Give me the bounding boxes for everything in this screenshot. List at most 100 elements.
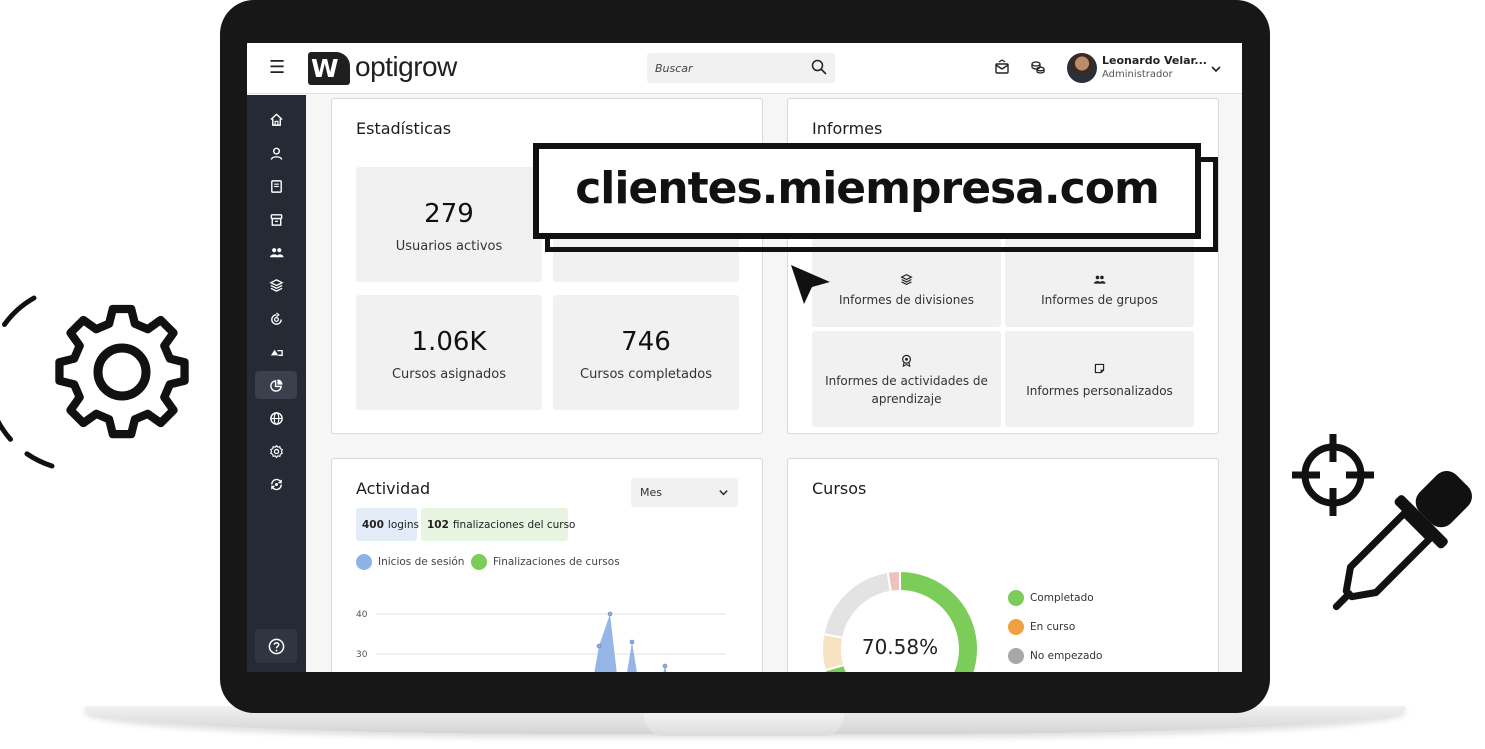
globe-icon xyxy=(269,411,283,425)
layers-icon xyxy=(268,278,284,292)
period-value: Mes xyxy=(640,486,662,499)
chevron-down-icon xyxy=(1211,66,1221,73)
help-button[interactable] xyxy=(255,629,297,663)
legend-item[interactable]: No empezado xyxy=(1008,648,1158,666)
sidebar-item-catalog[interactable] xyxy=(255,205,297,233)
stat-value: 279 xyxy=(424,199,474,229)
sidebar-item-courses[interactable] xyxy=(255,172,297,200)
bell-icon xyxy=(270,349,283,356)
sidebar-item-integrations[interactable] xyxy=(255,470,297,498)
stat-completed-courses[interactable]: 746 Cursos completados xyxy=(553,295,739,410)
users-icon xyxy=(269,247,284,257)
chevron-down-icon xyxy=(719,490,728,496)
report-label: Informes de divisiones xyxy=(839,293,974,307)
legend-logins-swatch xyxy=(356,554,372,570)
home-icon xyxy=(269,112,283,126)
stat-value: 1.06K xyxy=(411,327,487,357)
donut-slice[interactable] xyxy=(886,569,901,593)
stat-active-users[interactable]: 279 Usuarios activos xyxy=(356,167,542,282)
brand-name[interactable]: optigrow xyxy=(355,51,457,83)
logins-count: 400 xyxy=(362,518,384,531)
data-point xyxy=(662,663,668,669)
series-area-logins xyxy=(594,614,667,672)
archive-icon xyxy=(270,213,282,226)
user-name: Leonardo Velar... xyxy=(1102,54,1207,67)
brand-logo-mark[interactable]: W xyxy=(308,52,350,85)
brand-logo-letter: W xyxy=(311,54,339,83)
legend-label: En curso xyxy=(1030,621,1076,633)
user-role: Administrador xyxy=(1102,69,1173,80)
legend-swatch xyxy=(1008,590,1024,606)
sidebar-item-divisions[interactable] xyxy=(255,271,297,299)
gear-icon xyxy=(269,444,283,458)
users-icon xyxy=(1093,275,1106,284)
sidebar-item-profile[interactable] xyxy=(255,139,297,167)
legend-completions-swatch xyxy=(471,554,487,570)
app-screen: ☰ W optigrow Leonardo Velar... Administr… xyxy=(247,43,1242,672)
stat-assigned-courses[interactable]: 1.06K Cursos asignados xyxy=(356,295,542,410)
sidebar-item-notifications[interactable] xyxy=(255,338,297,366)
user-menu[interactable]: Leonardo Velar... Administrador xyxy=(1060,49,1228,89)
activity-chart: 40 30 xyxy=(356,610,726,672)
legend-completions[interactable]: Finalizaciones de cursos xyxy=(493,556,620,568)
data-point xyxy=(607,611,613,617)
stats-title: Estadísticas xyxy=(356,119,452,138)
report-label: Informes personalizados xyxy=(1026,384,1173,398)
badge-icon xyxy=(901,354,912,367)
url-box: clientes.miempresa.com xyxy=(533,143,1201,239)
stat-value: 746 xyxy=(621,327,671,357)
search-icon[interactable] xyxy=(811,59,827,75)
legend-logins[interactable]: Inicios de sesión xyxy=(378,556,464,568)
activity-card: Actividad Mes 400 logins 102 finalizacio… xyxy=(331,458,763,672)
report-label: Informes de actividades de aprendizaje xyxy=(825,374,988,406)
mail-icon[interactable] xyxy=(994,59,1010,75)
top-bar: ☰ W optigrow Leonardo Velar... Administr… xyxy=(247,43,1242,94)
menu-icon[interactable]: ☰ xyxy=(269,57,285,78)
reports-title: Informes xyxy=(812,119,883,138)
report-label: Informes de grupos xyxy=(1041,293,1158,307)
layers-icon xyxy=(900,273,913,286)
sync-icon xyxy=(270,478,282,490)
stat-label: Cursos asignados xyxy=(391,367,507,382)
data-point xyxy=(596,643,602,649)
gear-icon xyxy=(0,295,189,469)
legend-label: Completado xyxy=(1030,592,1094,604)
coins-icon[interactable] xyxy=(1030,59,1046,75)
donut-slice[interactable] xyxy=(822,570,892,640)
sidebar-item-reports[interactable] xyxy=(255,371,297,399)
sidebar-item-languages[interactable] xyxy=(255,404,297,432)
data-point xyxy=(629,639,635,645)
note-icon xyxy=(1094,363,1105,374)
logins-label: logins xyxy=(387,518,419,531)
legend-swatch xyxy=(1008,648,1024,664)
report-learning-activities[interactable]: Informes de actividades de aprendizaje xyxy=(812,331,1001,427)
legend-label: No empezado xyxy=(1030,650,1103,662)
sidebar-item-groups[interactable] xyxy=(255,238,297,266)
activity-title: Actividad xyxy=(356,479,431,498)
user-icon xyxy=(270,147,282,160)
courses-card: Cursos 70.58% Completado En curso No empez… xyxy=(787,458,1219,672)
search-input[interactable] xyxy=(647,53,807,83)
stat-label: Usuarios activos xyxy=(395,239,503,254)
legend-item[interactable]: Completado xyxy=(1008,590,1158,608)
chart-pie-icon xyxy=(269,378,283,392)
legend-item[interactable]: En curso xyxy=(1008,619,1158,637)
search-bar xyxy=(647,53,835,83)
eyedropper-icon xyxy=(1332,471,1472,611)
cursor-icon xyxy=(791,265,830,304)
completions-badge: 102 finalizaciones del curso xyxy=(421,508,575,541)
period-select[interactable]: Mes xyxy=(631,478,738,507)
sidebar-item-paths[interactable] xyxy=(255,305,297,333)
sidebar-item-home[interactable] xyxy=(255,105,297,133)
completion-percent: 70.58% xyxy=(861,635,939,659)
activity-legend: Inicios de sesión Finalizaciones de curs… xyxy=(356,554,736,572)
stat-label: Cursos completados xyxy=(580,367,712,382)
courses-title: Cursos xyxy=(812,479,867,498)
book-icon xyxy=(270,179,282,193)
avatar xyxy=(1067,53,1097,83)
y-tick-label: 40 xyxy=(356,610,368,620)
legend-swatch xyxy=(1008,619,1024,635)
y-tick-label: 30 xyxy=(356,650,368,660)
report-custom[interactable]: Informes personalizados xyxy=(1005,331,1194,427)
sidebar-item-settings[interactable] xyxy=(255,437,297,465)
